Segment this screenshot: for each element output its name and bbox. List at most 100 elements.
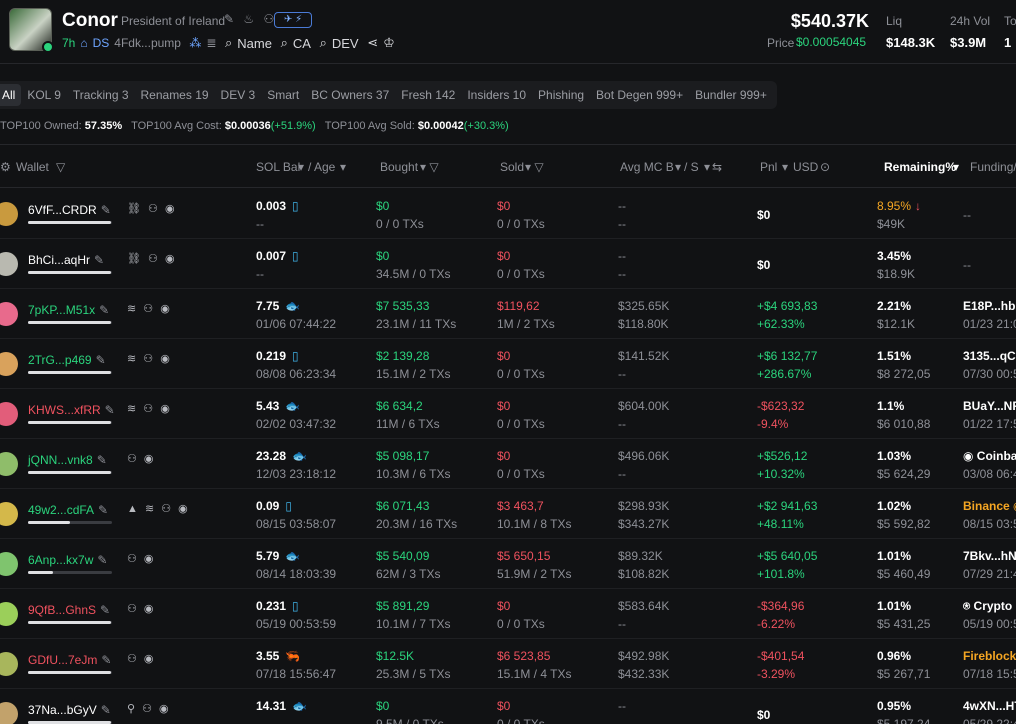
col-wallet[interactable]: Wallet — [16, 160, 49, 174]
wallet-address[interactable]: KHWS...xfRR ✎ — [28, 403, 115, 417]
wallet-address-text[interactable]: KHWS...xfRR — [28, 403, 101, 417]
search-ca-link[interactable]: CA — [293, 36, 311, 51]
tab-insiders-10[interactable]: Insiders 10 — [461, 84, 532, 106]
col-usd[interactable]: USD — [793, 160, 818, 174]
edit-icon[interactable]: ✎ — [97, 453, 107, 467]
col-pnl[interactable]: Pnl — [760, 160, 777, 174]
wallet-address[interactable]: 6Anp...kx7w ✎ — [28, 553, 107, 567]
tab-all[interactable]: All — [0, 84, 22, 106]
wallet-avatar[interactable] — [0, 502, 18, 526]
col-bought[interactable]: Bought — [380, 160, 418, 174]
dex-label[interactable]: DS — [93, 36, 110, 50]
funding-source[interactable]: 7Bkv...hNJ — [963, 549, 1016, 563]
wallet-address-text[interactable]: GDfU...7eJm — [28, 653, 97, 667]
table-row[interactable]: BhCi...aqHr ✎ ⛓ ⚇ ◉ 0.007 ▯ -- $0 34.5M / 0 TXs… — [0, 239, 1016, 289]
wallet-avatar[interactable] — [0, 202, 18, 226]
table-row[interactable]: 9QfB...GhnS ✎ ⚇ ◉ 0.231 ▯ 05/19 00:53:59 $5 89… — [0, 589, 1016, 639]
wallet-address[interactable]: BhCi...aqHr ✎ — [28, 253, 104, 267]
sort-icon[interactable]: ▾ — [953, 160, 959, 174]
cluster-icon[interactable]: ⁂ — [186, 36, 201, 50]
funding-source[interactable]: Fireblocks — [963, 649, 1016, 663]
wallet-address[interactable]: 9QfB...GhnS ✎ — [28, 603, 110, 617]
wallet-address-text[interactable]: 2TrG...p469 — [28, 353, 92, 367]
share-icon[interactable]: ⋖ — [364, 35, 378, 51]
sort-icon[interactable]: ▾ — [675, 160, 681, 174]
table-row[interactable]: GDfU...7eJm ✎ ⚇ ◉ 3.55 🦐 07/18 15:56:47 $12.5K… — [0, 639, 1016, 689]
social-badge[interactable]: ✈ ⚡ — [274, 12, 312, 28]
tab-renames-19[interactable]: Renames 19 — [135, 84, 215, 106]
swap-icon[interactable]: ⇆ — [712, 160, 722, 174]
table-row[interactable]: KHWS...xfRR ✎ ≋ ⚇ ◉ 5.43 🐟 02/02 03:47:32 $6 6… — [0, 389, 1016, 439]
tab-fresh-142[interactable]: Fresh 142 — [395, 84, 461, 106]
edit-icon[interactable]: ✎ — [100, 603, 110, 617]
sort-icon[interactable]: ▾ — [704, 160, 710, 174]
sort-icon[interactable]: ▾ — [340, 160, 346, 174]
crown-icon[interactable]: ♔ — [383, 35, 395, 51]
wallet-avatar[interactable] — [0, 552, 18, 576]
settings-icon[interactable]: ⚙ — [0, 160, 11, 174]
wallet-address-text[interactable]: 7pKP...M51x — [28, 303, 95, 317]
wallet-address[interactable]: 2TrG...p469 ✎ — [28, 353, 106, 367]
funding-source[interactable]: ⍟ Crypto — [963, 599, 1012, 614]
edit-icon[interactable]: ✎ — [101, 703, 111, 717]
funding-source[interactable]: -- — [963, 258, 971, 272]
search-name-link[interactable]: Name — [237, 36, 272, 51]
edit-icon[interactable]: ✎ — [99, 303, 109, 317]
wallet-avatar[interactable] — [0, 402, 18, 426]
filter-icon[interactable]: ▾ ▽ — [420, 160, 439, 174]
menu-icon[interactable]: ≣ — [206, 36, 216, 50]
wallet-avatar[interactable] — [0, 652, 18, 676]
token-avatar[interactable] — [9, 8, 54, 53]
sort-icon[interactable]: ▾ — [782, 160, 788, 174]
col-funding[interactable]: Funding/ — [970, 160, 1016, 174]
wallet-address-text[interactable]: 6VfF...CRDR — [28, 203, 97, 217]
funding-source[interactable]: BUaY...NR — [963, 399, 1016, 413]
wallet-address[interactable]: 6VfF...CRDR ✎ — [28, 203, 111, 217]
col-sol-bal[interactable]: SOL Bal — [256, 160, 300, 174]
tab-kol-9[interactable]: KOL 9 — [21, 84, 67, 106]
table-row[interactable]: 37Na...bGyV ✎ ⚲ ⚇ ◉ 14.31 🐟 -- $0 9.5M / 0 TXs $… — [0, 689, 1016, 724]
tab-dev-3[interactable]: DEV 3 — [215, 84, 262, 106]
edit-icon[interactable]: ✎ — [98, 503, 108, 517]
wallet-address-text[interactable]: 6Anp...kx7w — [28, 553, 93, 567]
tab-smart[interactable]: Smart — [261, 84, 305, 106]
table-row[interactable]: 7pKP...M51x ✎ ≋ ⚇ ◉ 7.75 🐟 01/06 07:44:22 $7 5… — [0, 289, 1016, 339]
funding-source[interactable]: 4wXN...HT — [963, 699, 1016, 713]
wallet-avatar[interactable] — [0, 702, 18, 724]
edit-icon[interactable]: ✎ — [101, 653, 111, 667]
col-age[interactable]: / Age — [308, 160, 335, 174]
wallet-avatar[interactable] — [0, 452, 18, 476]
funding-source[interactable]: -- — [963, 208, 971, 222]
col-sold[interactable]: Sold — [500, 160, 524, 174]
edit-icon[interactable]: ✎ ♨ ⚇ — [224, 12, 277, 26]
table-row[interactable]: 6Anp...kx7w ✎ ⚇ ◉ 5.79 🐟 08/14 18:03:39 $5 540… — [0, 539, 1016, 589]
contract-address[interactable]: 4Fdk...pump — [114, 36, 181, 50]
search-icon[interactable]: ⌕ — [316, 35, 327, 51]
edit-icon[interactable]: ✎ — [94, 253, 104, 267]
wallet-avatar[interactable] — [0, 602, 18, 626]
tab-bc-owners-37[interactable]: BC Owners 37 — [305, 84, 395, 106]
wallet-address[interactable]: GDfU...7eJm ✎ — [28, 653, 111, 667]
table-row[interactable]: 6VfF...CRDR ✎ ⛓ ⚇ ◉ 0.003 ▯ -- $0 0 / 0 TXs $0 0 … — [0, 189, 1016, 239]
currency-icon[interactable]: ⊙ — [820, 160, 830, 174]
funding-source[interactable]: E18P...hbq — [963, 299, 1016, 313]
funding-source[interactable]: Binance ◉ — [963, 499, 1016, 513]
wallet-address-text[interactable]: 49w2...cdFA — [28, 503, 94, 517]
edit-icon[interactable]: ✎ — [96, 353, 106, 367]
tab-bundler-999[interactable]: Bundler 999+ — [689, 84, 773, 106]
wallet-address[interactable]: 7pKP...M51x ✎ — [28, 303, 109, 317]
filter-icon[interactable]: ▽ — [56, 160, 65, 174]
wallet-address-text[interactable]: BhCi...aqHr — [28, 253, 90, 267]
filter-icon[interactable]: ▾ ▽ — [525, 160, 544, 174]
tab-phishing[interactable]: Phishing — [532, 84, 590, 106]
tab-tracking-3[interactable]: Tracking 3 — [67, 84, 135, 106]
edit-icon[interactable]: ✎ — [105, 403, 115, 417]
table-row[interactable]: 2TrG...p469 ✎ ≋ ⚇ ◉ 0.219 ▯ 08/08 06:23:34 $2 … — [0, 339, 1016, 389]
funding-source[interactable]: 3135...qCg — [963, 349, 1016, 363]
table-row[interactable]: 49w2...cdFA ✎ ▲ ≋ ⚇ ◉ 0.09 ▯ 08/15 03:58:07 $6… — [0, 489, 1016, 539]
col-remaining[interactable]: Remaining% — [884, 160, 956, 174]
col-avg-mc-s[interactable]: / S — [684, 160, 699, 174]
wallet-address[interactable]: jQNN...vnk8 ✎ — [28, 453, 107, 467]
funding-source[interactable]: ◉ Coinba — [963, 449, 1016, 463]
search-icon[interactable]: ⌕ — [221, 35, 232, 51]
